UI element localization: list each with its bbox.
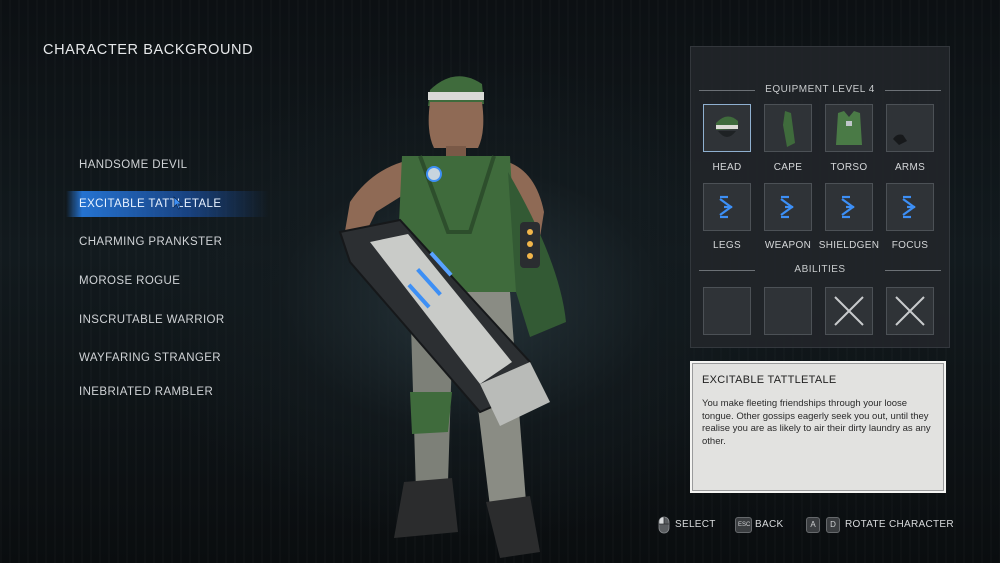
description-text: You make fleeting friendships through yo… bbox=[702, 398, 931, 447]
slot-label-cape: CAPE bbox=[773, 162, 803, 173]
slot-label-legs: LEGS bbox=[713, 240, 741, 251]
green-cape-icon bbox=[783, 111, 795, 147]
green-bandana-icon bbox=[716, 116, 738, 137]
slot-label-weapon: WEAPON bbox=[764, 240, 812, 251]
ability-slot-1[interactable] bbox=[703, 287, 751, 335]
back-hint[interactable]: BACK bbox=[755, 519, 783, 530]
equipment-slot-cape[interactable] bbox=[764, 104, 812, 152]
page-title: CHARACTER BACKGROUND bbox=[43, 42, 254, 58]
background-option-excitable-tattletale[interactable]: EXCITABLE TATTLETALE bbox=[66, 191, 269, 217]
blue-chevron-icon bbox=[841, 195, 855, 219]
ability-slot-4[interactable] bbox=[886, 287, 934, 335]
blue-chevron-icon bbox=[780, 195, 794, 219]
background-option-charming-prankster[interactable]: CHARMING PRANKSTER bbox=[66, 229, 269, 255]
esc-key[interactable]: ESC bbox=[735, 517, 752, 533]
character-model[interactable] bbox=[330, 62, 590, 562]
bandana-shape bbox=[428, 76, 484, 106]
background-description-panel: EXCITABLE TATTLETALE You make fleeting f… bbox=[690, 361, 946, 493]
equipment-slot-head[interactable] bbox=[703, 104, 751, 152]
slot-label-shieldgen: SHIELDGEN bbox=[818, 240, 880, 251]
equipment-panel: EQUIPMENT LEVEL 4 HEAD CAPE TORSO ARMS L… bbox=[690, 46, 950, 348]
dark-arms-icon bbox=[893, 134, 907, 145]
background-option-wayfaring-stranger[interactable]: WAYFARING STRANGER bbox=[66, 345, 269, 371]
ability-slot-3[interactable] bbox=[825, 287, 873, 335]
equipment-slot-arms[interactable] bbox=[886, 104, 934, 152]
green-vest-icon bbox=[836, 111, 862, 145]
background-option-morose-rogue[interactable]: MOROSE ROGUE bbox=[66, 268, 269, 294]
select-hint: SELECT bbox=[675, 519, 716, 530]
equipment-slot-legs[interactable] bbox=[703, 183, 751, 231]
x-mark-icon bbox=[834, 296, 864, 326]
slot-label-head: HEAD bbox=[712, 162, 742, 173]
x-mark-icon bbox=[895, 296, 925, 326]
mouse-left-click-icon bbox=[658, 516, 670, 534]
d-key[interactable]: D bbox=[826, 517, 840, 533]
slot-label-focus: FOCUS bbox=[891, 240, 929, 251]
blue-chevron-icon bbox=[902, 195, 916, 219]
equipment-level-header: EQUIPMENT LEVEL 4 bbox=[699, 84, 941, 95]
equipment-slot-focus[interactable] bbox=[886, 183, 934, 231]
equipment-slot-weapon[interactable] bbox=[764, 183, 812, 231]
abilities-header: ABILITIES bbox=[699, 264, 941, 275]
a-key[interactable]: A bbox=[806, 517, 820, 533]
ability-slot-2[interactable] bbox=[764, 287, 812, 335]
description-title: EXCITABLE TATTLETALE bbox=[702, 374, 837, 386]
blue-chevron-icon bbox=[719, 195, 733, 219]
background-option-inscrutable-warrior[interactable]: INSCRUTABLE WARRIOR bbox=[66, 307, 269, 333]
slot-label-arms: ARMS bbox=[894, 162, 926, 173]
background-option-handsome-devil[interactable]: HANDSOME DEVIL bbox=[66, 152, 269, 178]
slot-label-torso: TORSO bbox=[830, 162, 868, 173]
equipment-slot-torso[interactable] bbox=[825, 104, 873, 152]
background-option-inebriated-rambler[interactable]: INEBRIATED RAMBLER bbox=[66, 379, 269, 405]
equipment-slot-shieldgen[interactable] bbox=[825, 183, 873, 231]
rotate-character-hint: ROTATE CHARACTER bbox=[845, 519, 954, 530]
mouse-cursor-icon bbox=[173, 196, 183, 210]
